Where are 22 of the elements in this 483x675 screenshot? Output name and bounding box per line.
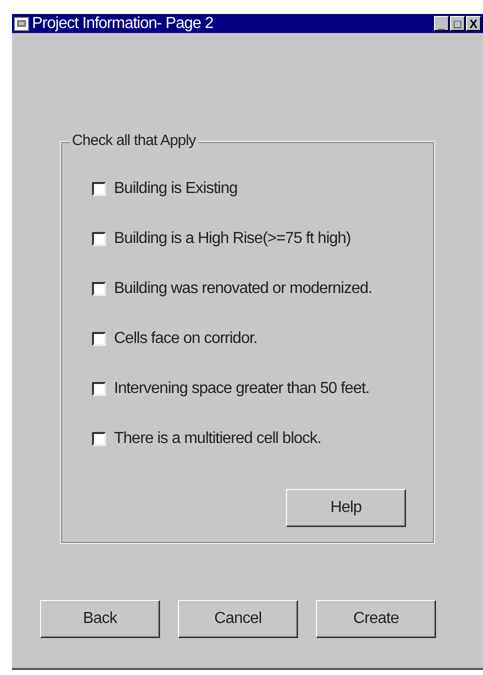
checkbox-label: Building is a High Rise(>=75 ft high) — [114, 229, 351, 249]
window-icon — [14, 16, 29, 30]
maximize-button[interactable]: □ — [450, 16, 465, 31]
window-title: Project Information- Page 2 — [32, 16, 214, 32]
checkbox[interactable] — [92, 382, 106, 396]
help-button[interactable]: Help — [286, 489, 406, 527]
checkbox[interactable] — [92, 182, 106, 196]
checkbox[interactable] — [92, 332, 106, 346]
checkbox-label: Building is Existing — [114, 179, 238, 199]
minimize-button[interactable]: _ — [434, 16, 449, 31]
checkbox[interactable] — [92, 282, 106, 296]
checkbox-label: Intervening space greater than 50 feet. — [114, 379, 370, 399]
cancel-button[interactable]: Cancel — [178, 600, 298, 638]
close-button[interactable]: X — [466, 16, 481, 31]
back-button[interactable]: Back — [40, 600, 160, 638]
checkbox-label: Cells face on corridor. — [114, 329, 258, 349]
checkbox-label: There is a multitiered cell block. — [114, 429, 322, 449]
checkbox-label: Building was renovated or modernized. — [114, 279, 372, 299]
group-title: Check all that Apply — [70, 132, 198, 150]
create-button[interactable]: Create — [316, 600, 436, 638]
checkbox[interactable] — [92, 232, 106, 246]
checkbox[interactable] — [92, 432, 106, 446]
